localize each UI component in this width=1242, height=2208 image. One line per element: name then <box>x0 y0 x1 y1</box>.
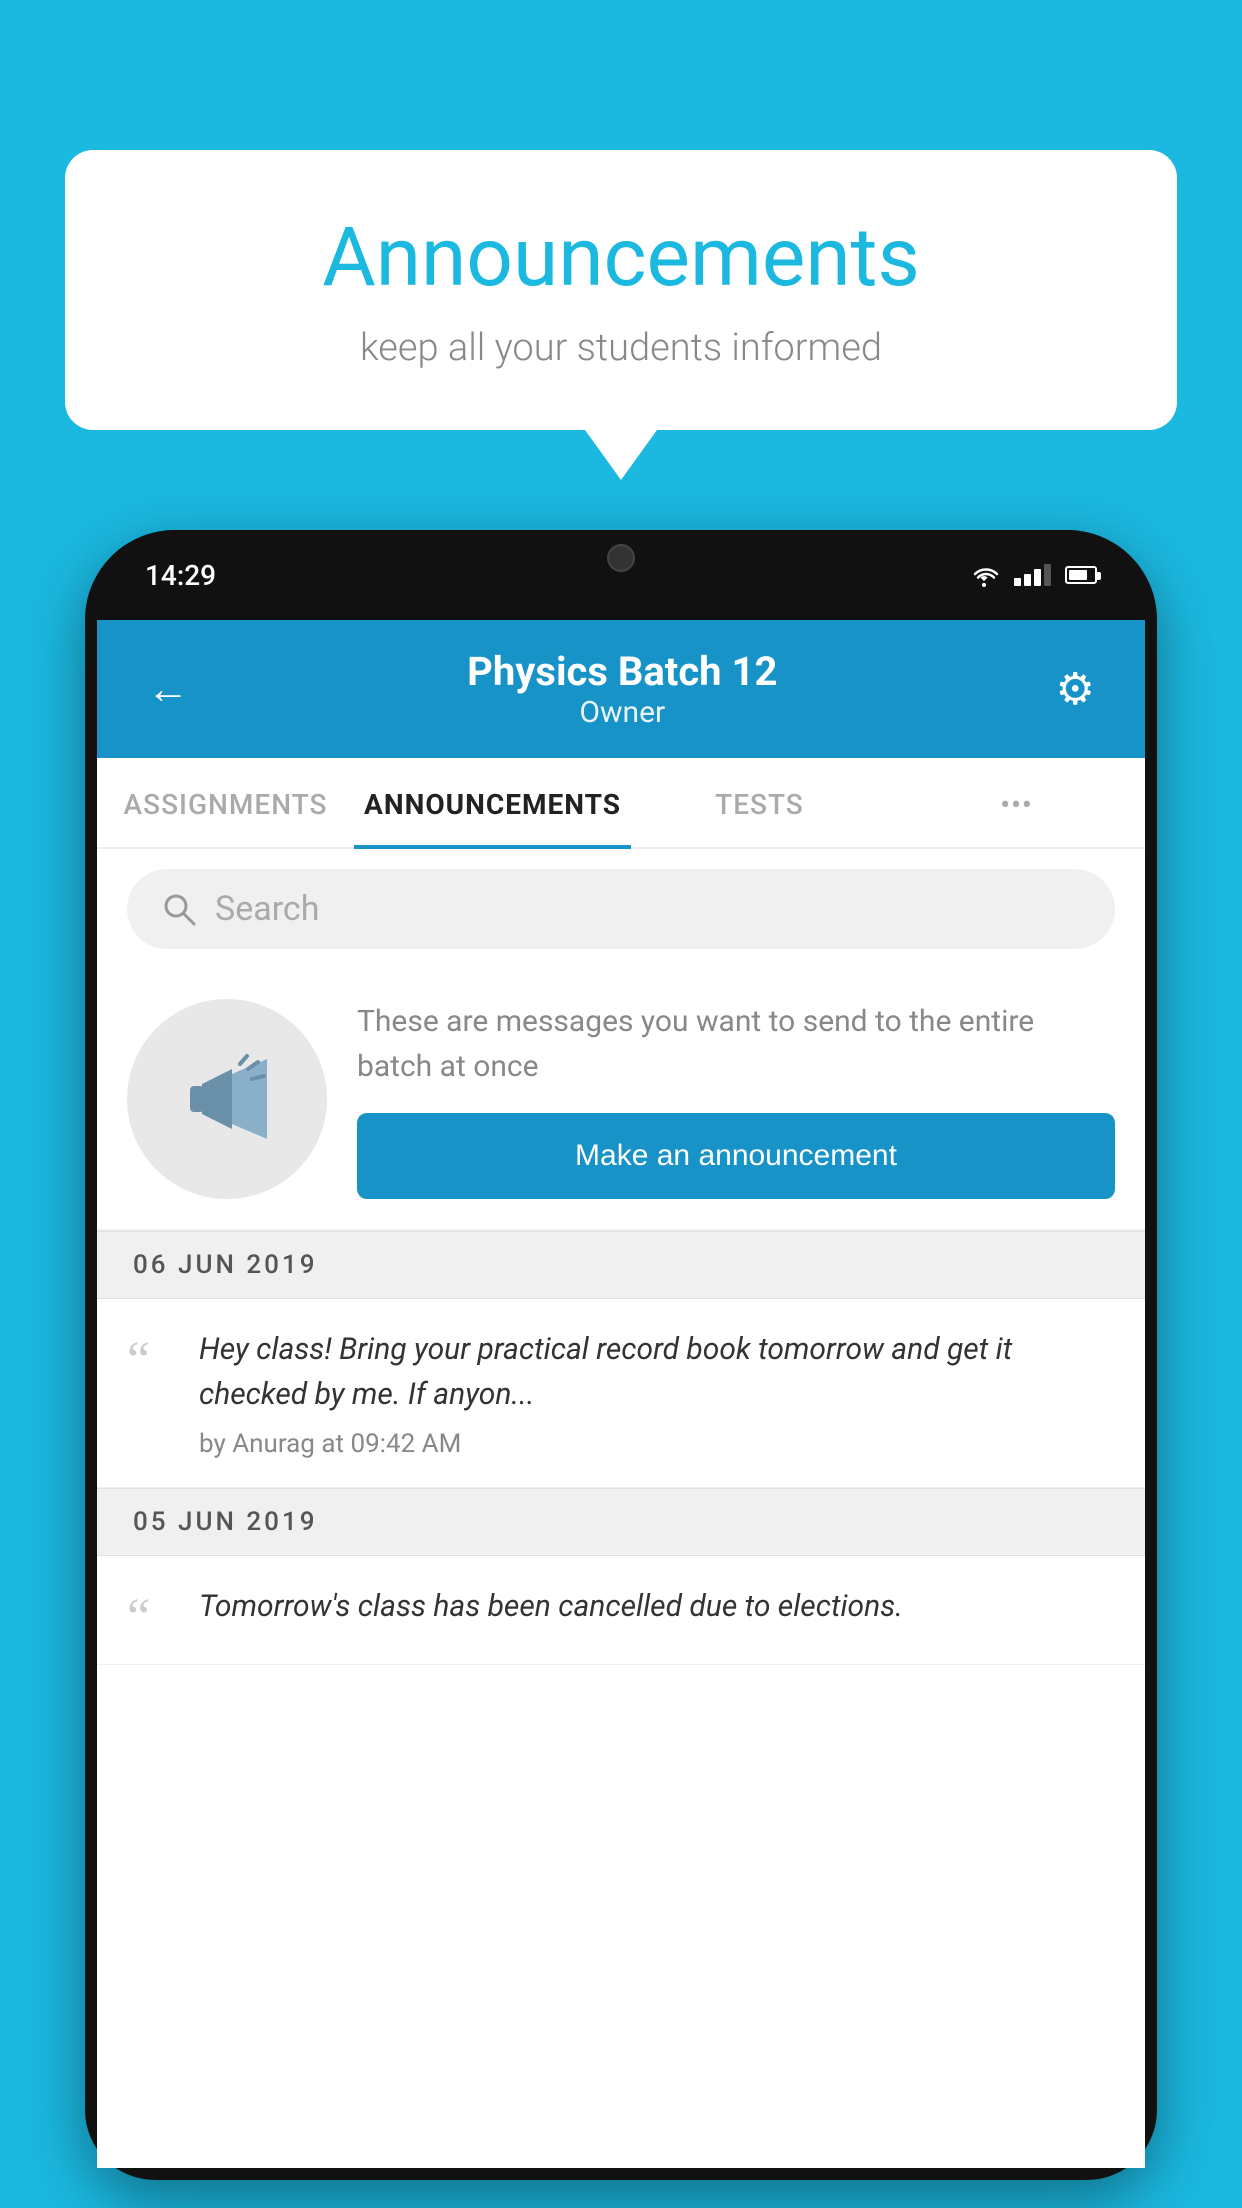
status-icons <box>968 563 1097 587</box>
gear-icon[interactable]: ⚙ <box>1056 663 1095 715</box>
announcement-right: These are messages you want to send to t… <box>357 999 1115 1199</box>
bubble-title: Announcements <box>145 210 1097 306</box>
search-bar[interactable]: Search <box>127 869 1115 949</box>
announcement-meta-1: by Anurag at 09:42 AM <box>199 1429 1115 1459</box>
date-divider-1: 06 JUN 2019 <box>97 1231 1145 1299</box>
header-title-group: Physics Batch 12 Owner <box>467 648 777 730</box>
search-placeholder[interactable]: Search <box>215 889 319 929</box>
announcement-text-1: Hey class! Bring your practical record b… <box>199 1327 1115 1417</box>
signal-bars-icon <box>1014 564 1051 586</box>
date-divider-2: 05 JUN 2019 <box>97 1488 1145 1556</box>
announcement-item-2: “ Tomorrow's class has been cancelled du… <box>97 1556 1145 1665</box>
announcement-description: These are messages you want to send to t… <box>357 999 1115 1089</box>
battery-icon <box>1065 566 1097 584</box>
megaphone-circle <box>127 999 327 1199</box>
tab-assignments[interactable]: ASSIGNMENTS <box>97 758 354 847</box>
announcement-prompt: These are messages you want to send to t… <box>97 969 1145 1231</box>
bubble-subtitle: keep all your students informed <box>145 326 1097 370</box>
tab-bar: ASSIGNMENTS ANNOUNCEMENTS TESTS ••• <box>97 758 1145 849</box>
bubble-arrow <box>585 430 657 480</box>
speech-bubble-section: Announcements keep all your students inf… <box>65 150 1177 480</box>
announcement-content-1: Hey class! Bring your practical record b… <box>199 1327 1115 1459</box>
announcement-content-2: Tomorrow's class has been cancelled due … <box>199 1584 1115 1641</box>
camera <box>607 544 635 572</box>
search-icon <box>161 891 197 927</box>
phone-screen: ← Physics Batch 12 Owner ⚙ ASSIGNMENTS A… <box>97 620 1145 2168</box>
speech-bubble: Announcements keep all your students inf… <box>65 150 1177 430</box>
tab-announcements[interactable]: ANNOUNCEMENTS <box>354 758 631 847</box>
make-announcement-button[interactable]: Make an announcement <box>357 1113 1115 1199</box>
tab-tests[interactable]: TESTS <box>631 758 888 847</box>
quote-icon-1: “ <box>127 1335 177 1387</box>
back-button[interactable]: ← <box>147 665 189 714</box>
batch-title: Physics Batch 12 <box>467 648 777 695</box>
app-header: ← Physics Batch 12 Owner ⚙ <box>97 620 1145 758</box>
phone-top-bar: 14:29 <box>85 530 1157 620</box>
batch-subtitle: Owner <box>467 695 777 730</box>
phone-device: 14:29 <box>85 530 1157 2180</box>
quote-icon-2: “ <box>127 1592 177 1644</box>
phone-notch <box>541 530 701 585</box>
phone-wrapper: 14:29 <box>85 530 1157 2208</box>
wifi-icon <box>968 563 1000 587</box>
tab-more[interactable]: ••• <box>888 758 1145 847</box>
announcement-text-2: Tomorrow's class has been cancelled due … <box>199 1584 1115 1629</box>
announcement-item-1: “ Hey class! Bring your practical record… <box>97 1299 1145 1488</box>
megaphone-icon <box>172 1044 282 1154</box>
